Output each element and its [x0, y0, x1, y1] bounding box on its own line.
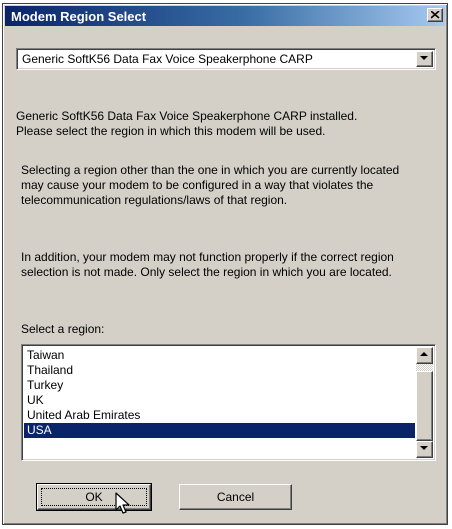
- title-bar[interactable]: Modem Region Select: [5, 6, 445, 26]
- arrow-up-icon: [420, 352, 428, 356]
- select-region-label: Select a region:: [21, 322, 105, 336]
- window-title: Modem Region Select: [11, 9, 147, 24]
- region-item-usa[interactable]: USA: [24, 423, 415, 438]
- installed-message-line: Generic SoftK56 Data Fax Voice Speakerph…: [16, 109, 358, 123]
- scroll-thumb[interactable]: [416, 371, 433, 441]
- arrow-down-icon: [420, 446, 428, 450]
- dropdown-button[interactable]: [416, 51, 433, 67]
- cancel-button-label: Cancel: [216, 490, 255, 504]
- scroll-down-button[interactable]: [416, 441, 433, 458]
- warning-message-line: Selecting a region other than the one in…: [21, 163, 400, 177]
- mouse-pointer-icon: [115, 492, 130, 514]
- addition-message-line: In addition, your modem may not function…: [21, 250, 394, 264]
- addition-message: In addition, your modem may not function…: [21, 250, 446, 280]
- warning-message-line: telecommunication regulations/laws of th…: [21, 193, 288, 207]
- region-item-thailand[interactable]: Thailand: [24, 363, 415, 378]
- installed-message-line: Please select the region in which this m…: [16, 124, 326, 138]
- modem-dropdown[interactable]: Generic SoftK56 Data Fax Voice Speakerph…: [16, 48, 436, 70]
- installed-message: Generic SoftK56 Data Fax Voice Speakerph…: [16, 109, 441, 139]
- warning-message-line: may cause your modem to be configured in…: [21, 178, 374, 192]
- warning-message: Selecting a region other than the one in…: [21, 163, 446, 208]
- modem-dropdown-value: Generic SoftK56 Data Fax Voice Speakerph…: [22, 52, 313, 66]
- close-icon: [431, 11, 440, 19]
- addition-message-line: selection is not made. Only select the r…: [21, 265, 392, 279]
- region-scrollbar[interactable]: [416, 347, 433, 458]
- modem-region-dialog: Modem Region Select Generic SoftK56 Data…: [2, 3, 448, 525]
- region-item-turkey[interactable]: Turkey: [24, 378, 415, 393]
- close-button[interactable]: [427, 8, 443, 22]
- chevron-down-icon: [420, 56, 428, 60]
- ok-button[interactable]: OK: [36, 483, 152, 511]
- cancel-button[interactable]: Cancel: [179, 484, 292, 510]
- region-item-united-arab-emirates[interactable]: United Arab Emirates: [24, 408, 415, 423]
- region-listbox[interactable]: Taiwan Thailand Turkey UK United Arab Em…: [21, 344, 436, 461]
- region-list: Taiwan Thailand Turkey UK United Arab Em…: [24, 348, 415, 438]
- region-item-uk[interactable]: UK: [24, 393, 415, 408]
- region-item-taiwan[interactable]: Taiwan: [24, 348, 415, 363]
- scroll-up-button[interactable]: [416, 347, 433, 364]
- focus-rectangle: [41, 488, 147, 506]
